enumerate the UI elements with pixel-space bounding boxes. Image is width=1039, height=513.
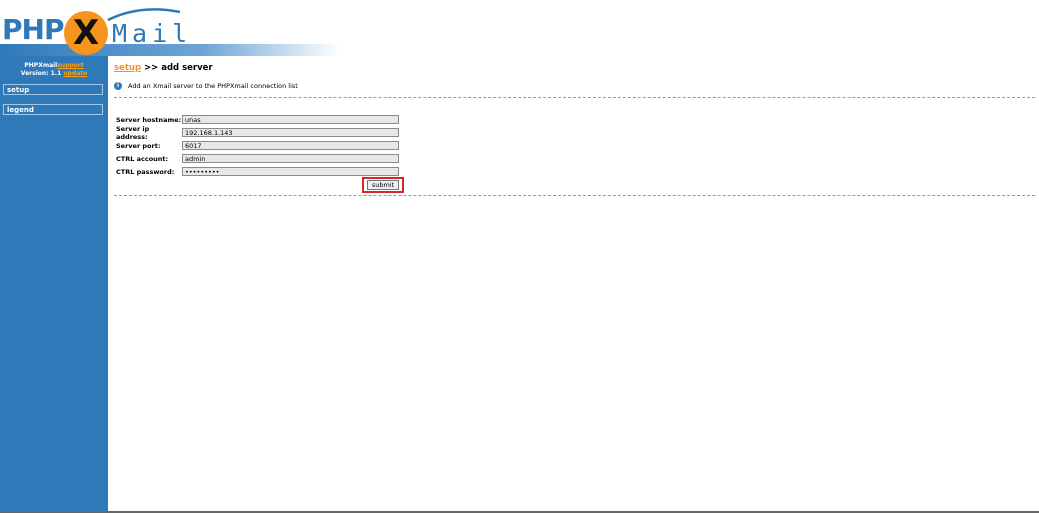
hostname-label: Server hostname:	[116, 115, 182, 124]
logo-mail-text: Mail	[112, 19, 193, 48]
header: PHP X Mail	[0, 0, 1039, 56]
submit-button[interactable]: submit	[367, 180, 399, 190]
hostname-input[interactable]	[182, 115, 399, 124]
breadcrumb: setup >> add server	[114, 63, 213, 73]
form-row-port: Server port:	[116, 140, 399, 151]
account-label: CTRL account:	[116, 154, 169, 163]
version-label: Version: 1.1	[20, 70, 62, 77]
password-input[interactable]	[182, 167, 399, 176]
form-row-account: CTRL account:	[116, 153, 399, 164]
port-input[interactable]	[182, 141, 399, 150]
form-row-password: CTRL password:	[116, 166, 399, 177]
sidebar-item-setup[interactable]: setup	[3, 84, 103, 95]
divider-top	[114, 97, 1035, 98]
breadcrumb-setup-link[interactable]: setup	[114, 63, 141, 73]
info-line: i Add an Xmail server to the PHPXmail co…	[114, 82, 298, 90]
ip-address-input[interactable]	[182, 128, 399, 137]
form-row-hostname: Server hostname:	[116, 114, 399, 125]
account-input[interactable]	[182, 154, 399, 163]
support-link[interactable]: support	[57, 62, 83, 69]
divider-bottom	[114, 195, 1035, 196]
info-icon: i	[114, 82, 122, 90]
update-link[interactable]: update	[63, 70, 87, 77]
version-info: PHPXmailsupport Version: 1.1 update	[0, 62, 108, 78]
password-label: CTRL password:	[116, 167, 175, 176]
page-title: add server	[161, 63, 213, 73]
port-label: Server port:	[116, 141, 161, 150]
app-name: PHPXmail	[24, 62, 58, 69]
sidebar-item-legend[interactable]: legend	[3, 104, 103, 115]
info-text: Add an Xmail server to the PHPXmail conn…	[128, 82, 298, 90]
sidebar: PHPXmailsupport Version: 1.1 update setu…	[0, 56, 108, 513]
form-row-ip: Server ip address:	[116, 124, 399, 141]
ip-label: Server ip address:	[116, 124, 150, 141]
breadcrumb-separator: >>	[144, 63, 159, 73]
submit-highlight: submit	[362, 177, 404, 193]
